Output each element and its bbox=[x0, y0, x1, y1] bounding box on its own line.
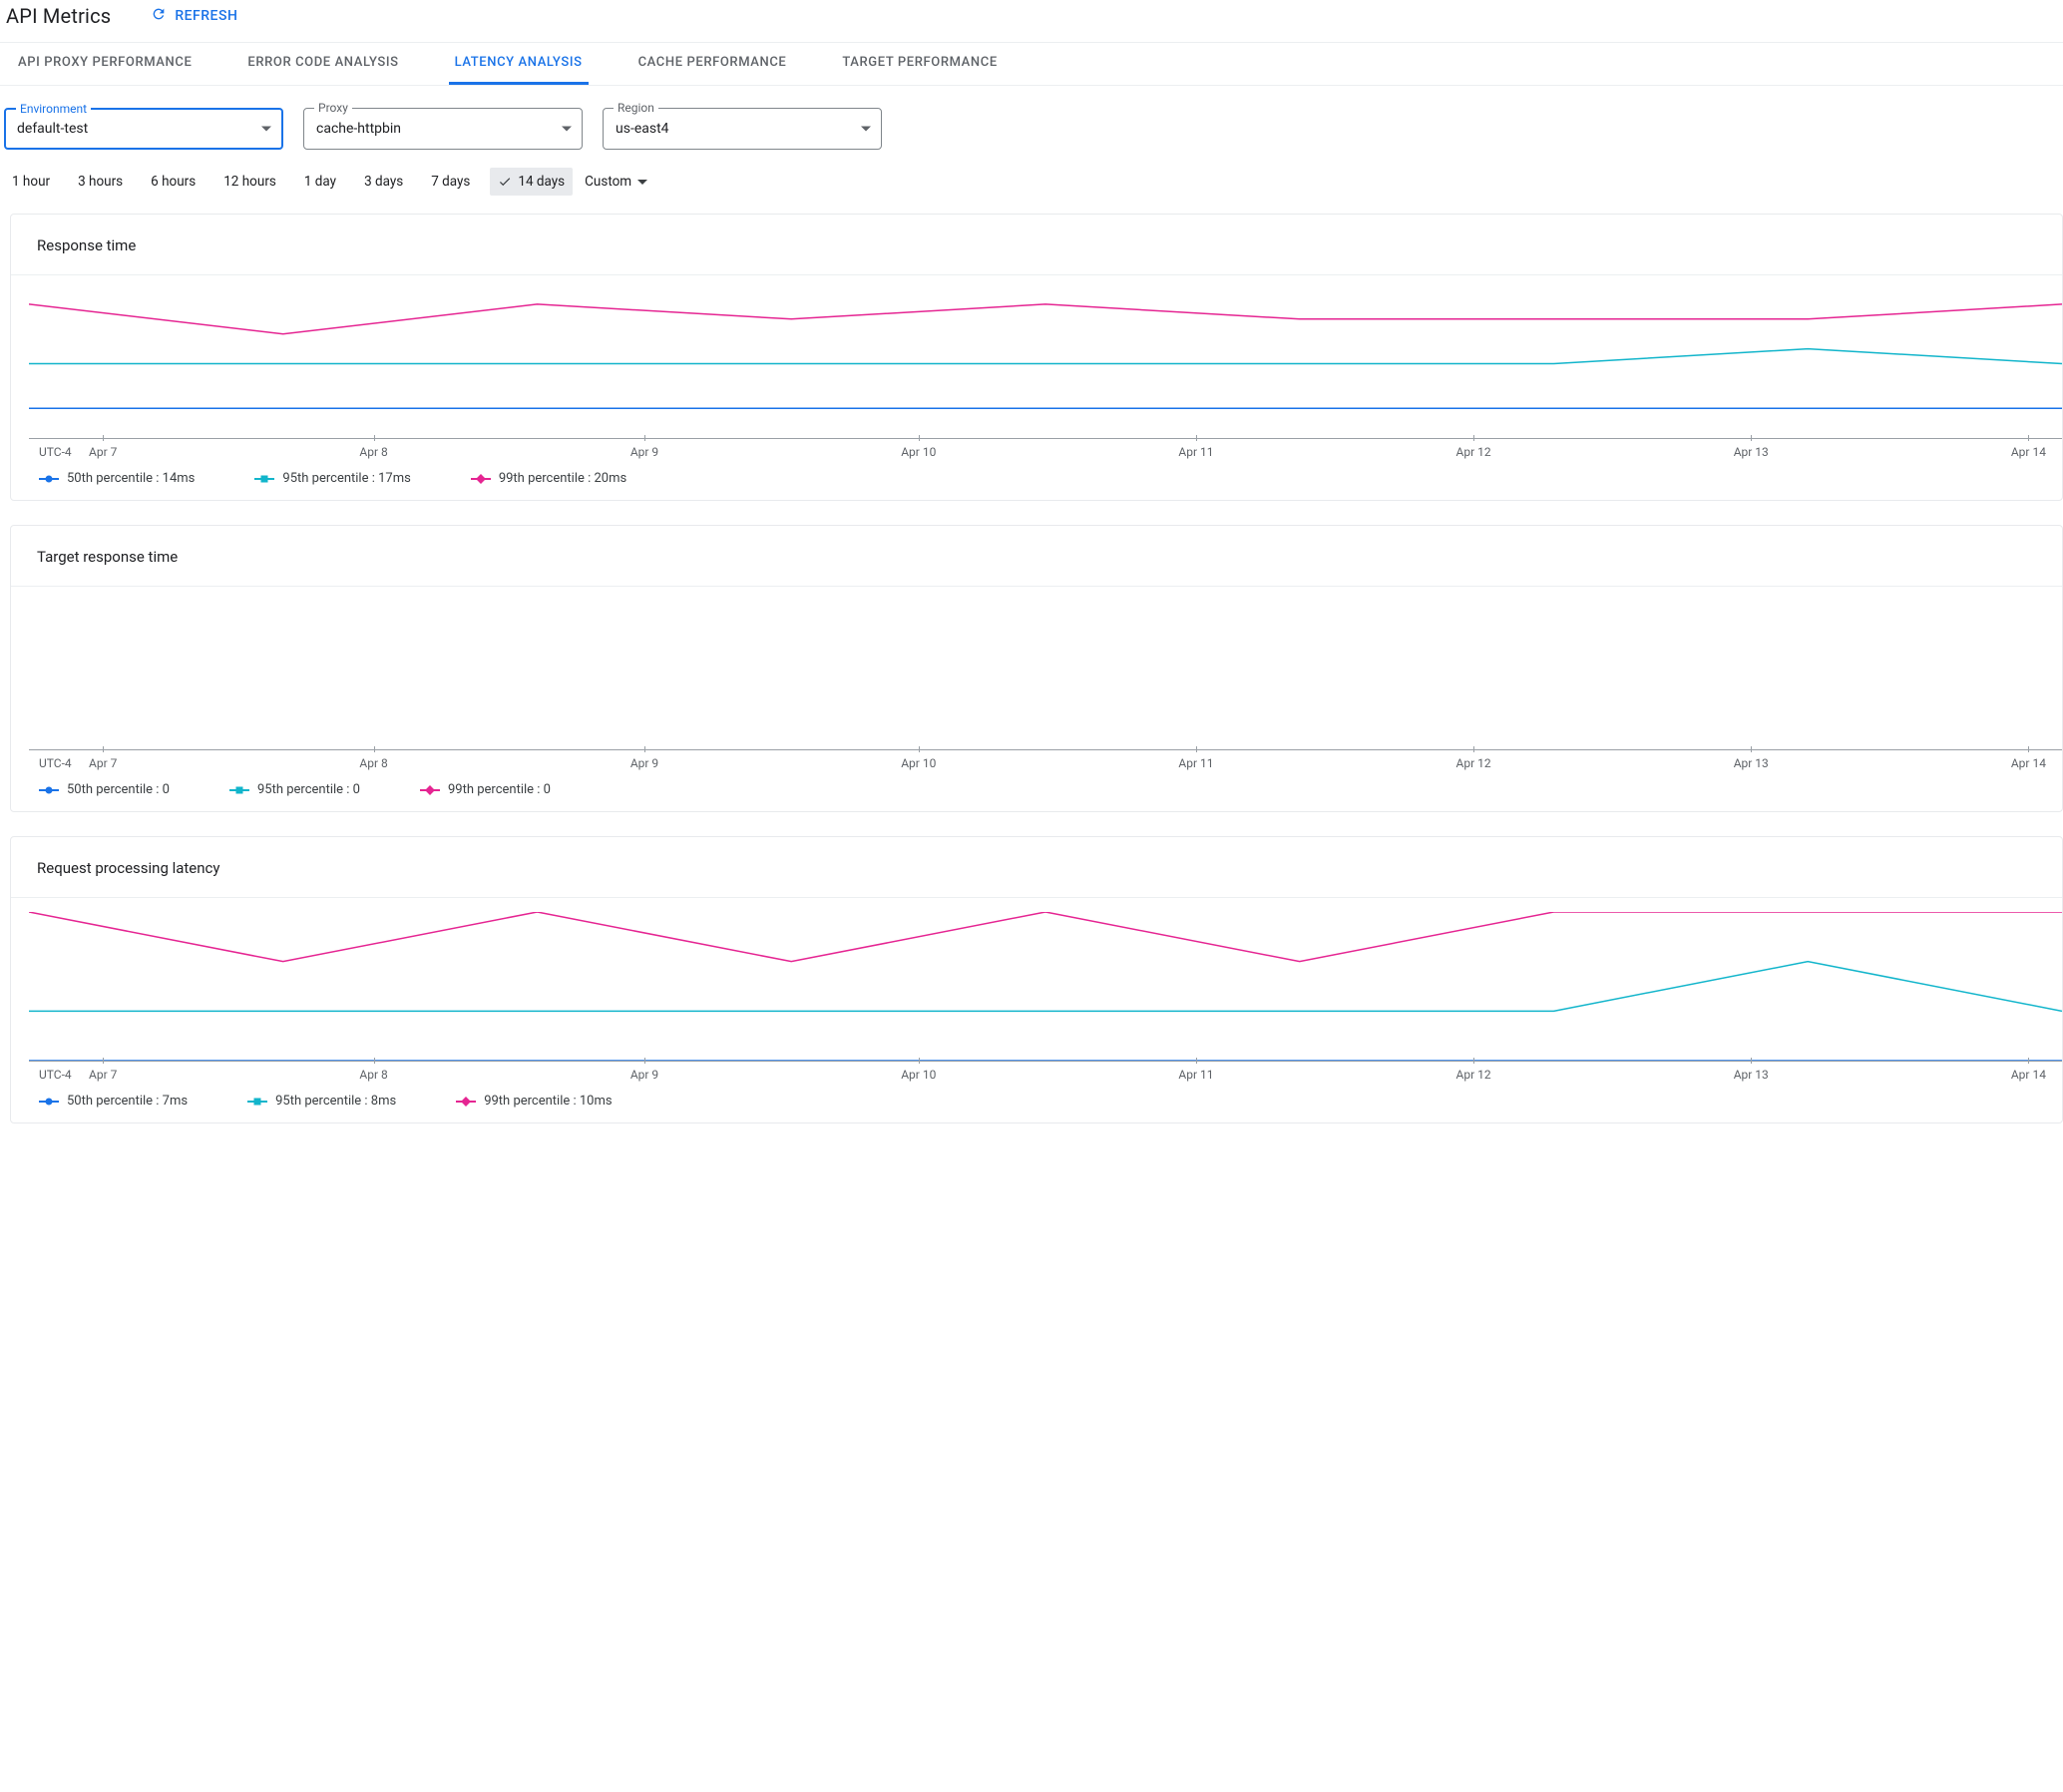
check-icon bbox=[498, 175, 512, 189]
chevron-down-icon bbox=[861, 127, 871, 132]
legend-text: 50th percentile : 7ms bbox=[67, 1094, 188, 1109]
x-tick: Apr 13 bbox=[1734, 445, 1769, 459]
x-tick: Apr 13 bbox=[1734, 756, 1769, 770]
legend-text: 99th percentile : 10ms bbox=[484, 1094, 612, 1109]
x-tick: Apr 12 bbox=[1456, 445, 1491, 459]
series-line bbox=[29, 912, 2062, 962]
legend-text: 50th percentile : 14ms bbox=[67, 471, 195, 486]
range-12-hours[interactable]: 12 hours bbox=[215, 168, 284, 196]
legend-item[interactable]: 50th percentile : 14ms bbox=[39, 471, 195, 486]
time-range-bar: 1 hour 3 hours 6 hours 12 hours 1 day 3 days 7… bbox=[0, 162, 2063, 214]
legend-text: 50th percentile : 0 bbox=[67, 782, 170, 797]
legend-marker bbox=[420, 789, 440, 791]
x-tick: Apr 10 bbox=[901, 1068, 936, 1082]
legend-item[interactable]: 99th percentile : 10ms bbox=[456, 1094, 612, 1109]
chart-card-0: Response time UTC-4Apr 7 Apr 8 Apr 9 Apr 10 A… bbox=[10, 214, 2063, 501]
x-tick: Apr 9 bbox=[630, 1068, 658, 1082]
range-3-days[interactable]: 3 days bbox=[356, 168, 411, 196]
x-tick: Apr 11 bbox=[1178, 756, 1213, 770]
range-3-hours[interactable]: 3 hours bbox=[70, 168, 131, 196]
chevron-down-icon bbox=[562, 127, 572, 132]
legend-marker bbox=[247, 1101, 267, 1103]
range-1-day[interactable]: 1 day bbox=[296, 168, 344, 196]
legend-text: 99th percentile : 20ms bbox=[499, 471, 626, 486]
x-tick: Apr 11 bbox=[1178, 445, 1213, 459]
legend-text: 99th percentile : 0 bbox=[448, 782, 551, 797]
range-6-hours[interactable]: 6 hours bbox=[143, 168, 204, 196]
x-tick: Apr 11 bbox=[1178, 1068, 1213, 1082]
x-tick: Apr 12 bbox=[1456, 756, 1491, 770]
x-tick: Apr 7 bbox=[89, 756, 117, 770]
legend-item[interactable]: 95th percentile : 0 bbox=[229, 782, 360, 797]
chart-title: Response time bbox=[37, 236, 2062, 254]
tab-error-code-analysis[interactable]: ERROR CODE ANALYSIS bbox=[241, 43, 404, 85]
environment-label: Environment bbox=[16, 102, 91, 116]
environment-select[interactable]: Environment default-test bbox=[4, 108, 283, 150]
tab-api-proxy-performance[interactable]: API PROXY PERFORMANCE bbox=[12, 43, 198, 85]
legend-item[interactable]: 95th percentile : 8ms bbox=[247, 1094, 396, 1109]
x-tick: Apr 9 bbox=[630, 445, 658, 459]
proxy-value: cache-httpbin bbox=[316, 121, 401, 137]
legend-marker bbox=[456, 1101, 476, 1103]
x-tick: Apr 13 bbox=[1734, 1068, 1769, 1082]
legend-marker bbox=[229, 789, 249, 791]
legend-text: 95th percentile : 17ms bbox=[282, 471, 410, 486]
legend-item[interactable]: 99th percentile : 0 bbox=[420, 782, 551, 797]
legend-text: 95th percentile : 0 bbox=[257, 782, 360, 797]
legend-item[interactable]: 95th percentile : 17ms bbox=[254, 471, 410, 486]
legend-item[interactable]: 99th percentile : 20ms bbox=[471, 471, 626, 486]
environment-value: default-test bbox=[17, 121, 88, 137]
chart-card-2: Request processing latency UTC-4Apr 7 Apr … bbox=[10, 836, 2063, 1123]
region-label: Region bbox=[614, 101, 658, 115]
legend-marker bbox=[254, 478, 274, 480]
tab-bar: API PROXY PERFORMANCE ERROR CODE ANALYSIS… bbox=[0, 42, 2063, 86]
refresh-label: REFRESH bbox=[175, 8, 237, 24]
legend-marker bbox=[39, 789, 59, 791]
x-tick: Apr 8 bbox=[359, 445, 387, 459]
legend-item[interactable]: 50th percentile : 7ms bbox=[39, 1094, 188, 1109]
region-value: us-east4 bbox=[616, 121, 669, 137]
refresh-button[interactable]: REFRESH bbox=[151, 6, 237, 26]
chevron-down-icon bbox=[261, 127, 271, 132]
legend-text: 95th percentile : 8ms bbox=[275, 1094, 396, 1109]
x-tick: Apr 14 bbox=[2011, 756, 2046, 770]
legend-marker bbox=[471, 478, 491, 480]
x-tick: Apr 10 bbox=[901, 445, 936, 459]
range-14-days[interactable]: 14 days bbox=[490, 168, 573, 196]
legend-marker bbox=[39, 1101, 59, 1103]
timezone-label: UTC-4 bbox=[39, 445, 89, 459]
page-title: API Metrics bbox=[6, 4, 111, 28]
region-select[interactable]: Region us-east4 bbox=[603, 108, 882, 150]
x-tick: Apr 14 bbox=[2011, 1068, 2046, 1082]
timezone-label: UTC-4 bbox=[39, 1068, 89, 1082]
series-line bbox=[29, 304, 2062, 334]
series-line bbox=[29, 962, 2062, 1012]
chart-title: Request processing latency bbox=[37, 859, 2062, 877]
chevron-down-icon bbox=[637, 180, 647, 185]
tab-cache-performance[interactable]: CACHE PERFORMANCE bbox=[632, 43, 793, 85]
legend-item[interactable]: 50th percentile : 0 bbox=[39, 782, 170, 797]
range-1-hour[interactable]: 1 hour bbox=[4, 168, 58, 196]
range-7-days[interactable]: 7 days bbox=[423, 168, 478, 196]
series-line bbox=[29, 349, 2062, 364]
x-tick: Apr 8 bbox=[359, 1068, 387, 1082]
proxy-select[interactable]: Proxy cache-httpbin bbox=[303, 108, 583, 150]
range-custom[interactable]: Custom bbox=[585, 174, 647, 190]
tab-latency-analysis[interactable]: LATENCY ANALYSIS bbox=[449, 43, 589, 85]
timezone-label: UTC-4 bbox=[39, 756, 89, 770]
refresh-icon bbox=[151, 6, 167, 26]
x-tick: Apr 12 bbox=[1456, 1068, 1491, 1082]
x-tick: Apr 7 bbox=[89, 1068, 117, 1082]
x-tick: Apr 8 bbox=[359, 756, 387, 770]
x-tick: Apr 7 bbox=[89, 445, 117, 459]
x-tick: Apr 14 bbox=[2011, 445, 2046, 459]
chart-title: Target response time bbox=[37, 548, 2062, 566]
proxy-label: Proxy bbox=[314, 101, 352, 115]
chart-card-1: Target response time UTC-4Apr 7 Apr 8 Apr 9… bbox=[10, 525, 2063, 812]
legend-marker bbox=[39, 478, 59, 480]
x-tick: Apr 10 bbox=[901, 756, 936, 770]
x-tick: Apr 9 bbox=[630, 756, 658, 770]
tab-target-performance[interactable]: TARGET PERFORMANCE bbox=[836, 43, 1003, 85]
